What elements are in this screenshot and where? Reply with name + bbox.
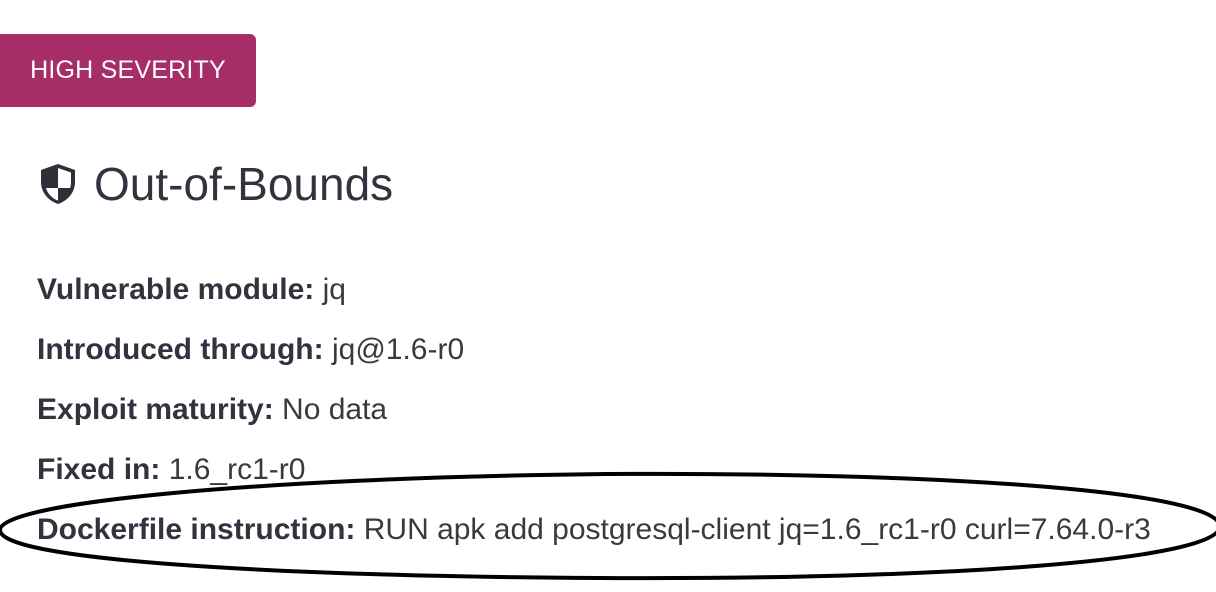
shield-icon <box>38 162 78 206</box>
detail-fixed-in: Fixed in: 1.6_rc1-r0 <box>37 442 1151 502</box>
detail-dockerfile-instruction: Dockerfile instruction: RUN apk add post… <box>37 502 1151 562</box>
detail-label: Exploit maturity: <box>37 393 274 426</box>
detail-introduced-through: Introduced through: jq@1.6-r0 <box>37 322 1151 382</box>
detail-exploit-maturity: Exploit maturity: No data <box>37 382 1151 442</box>
vulnerability-details: Vulnerable module: jq Introduced through… <box>37 262 1151 562</box>
vulnerability-title: Out-of-Bounds <box>94 158 394 210</box>
detail-value: No data <box>282 393 388 426</box>
detail-value: RUN apk add postgresql-client jq=1.6_rc1… <box>363 513 1151 546</box>
severity-badge: HIGH SEVERITY <box>0 34 256 107</box>
detail-label: Dockerfile instruction: <box>37 513 356 546</box>
detail-label: Introduced through: <box>37 333 324 366</box>
detail-label: Fixed in: <box>37 453 161 486</box>
detail-label: Vulnerable module: <box>37 273 315 306</box>
detail-value: jq <box>322 273 346 306</box>
detail-vulnerable-module: Vulnerable module: jq <box>37 262 1151 322</box>
vulnerability-header: Out-of-Bounds <box>38 152 393 216</box>
detail-value: jq@1.6-r0 <box>331 333 465 366</box>
detail-value: 1.6_rc1-r0 <box>168 453 306 486</box>
